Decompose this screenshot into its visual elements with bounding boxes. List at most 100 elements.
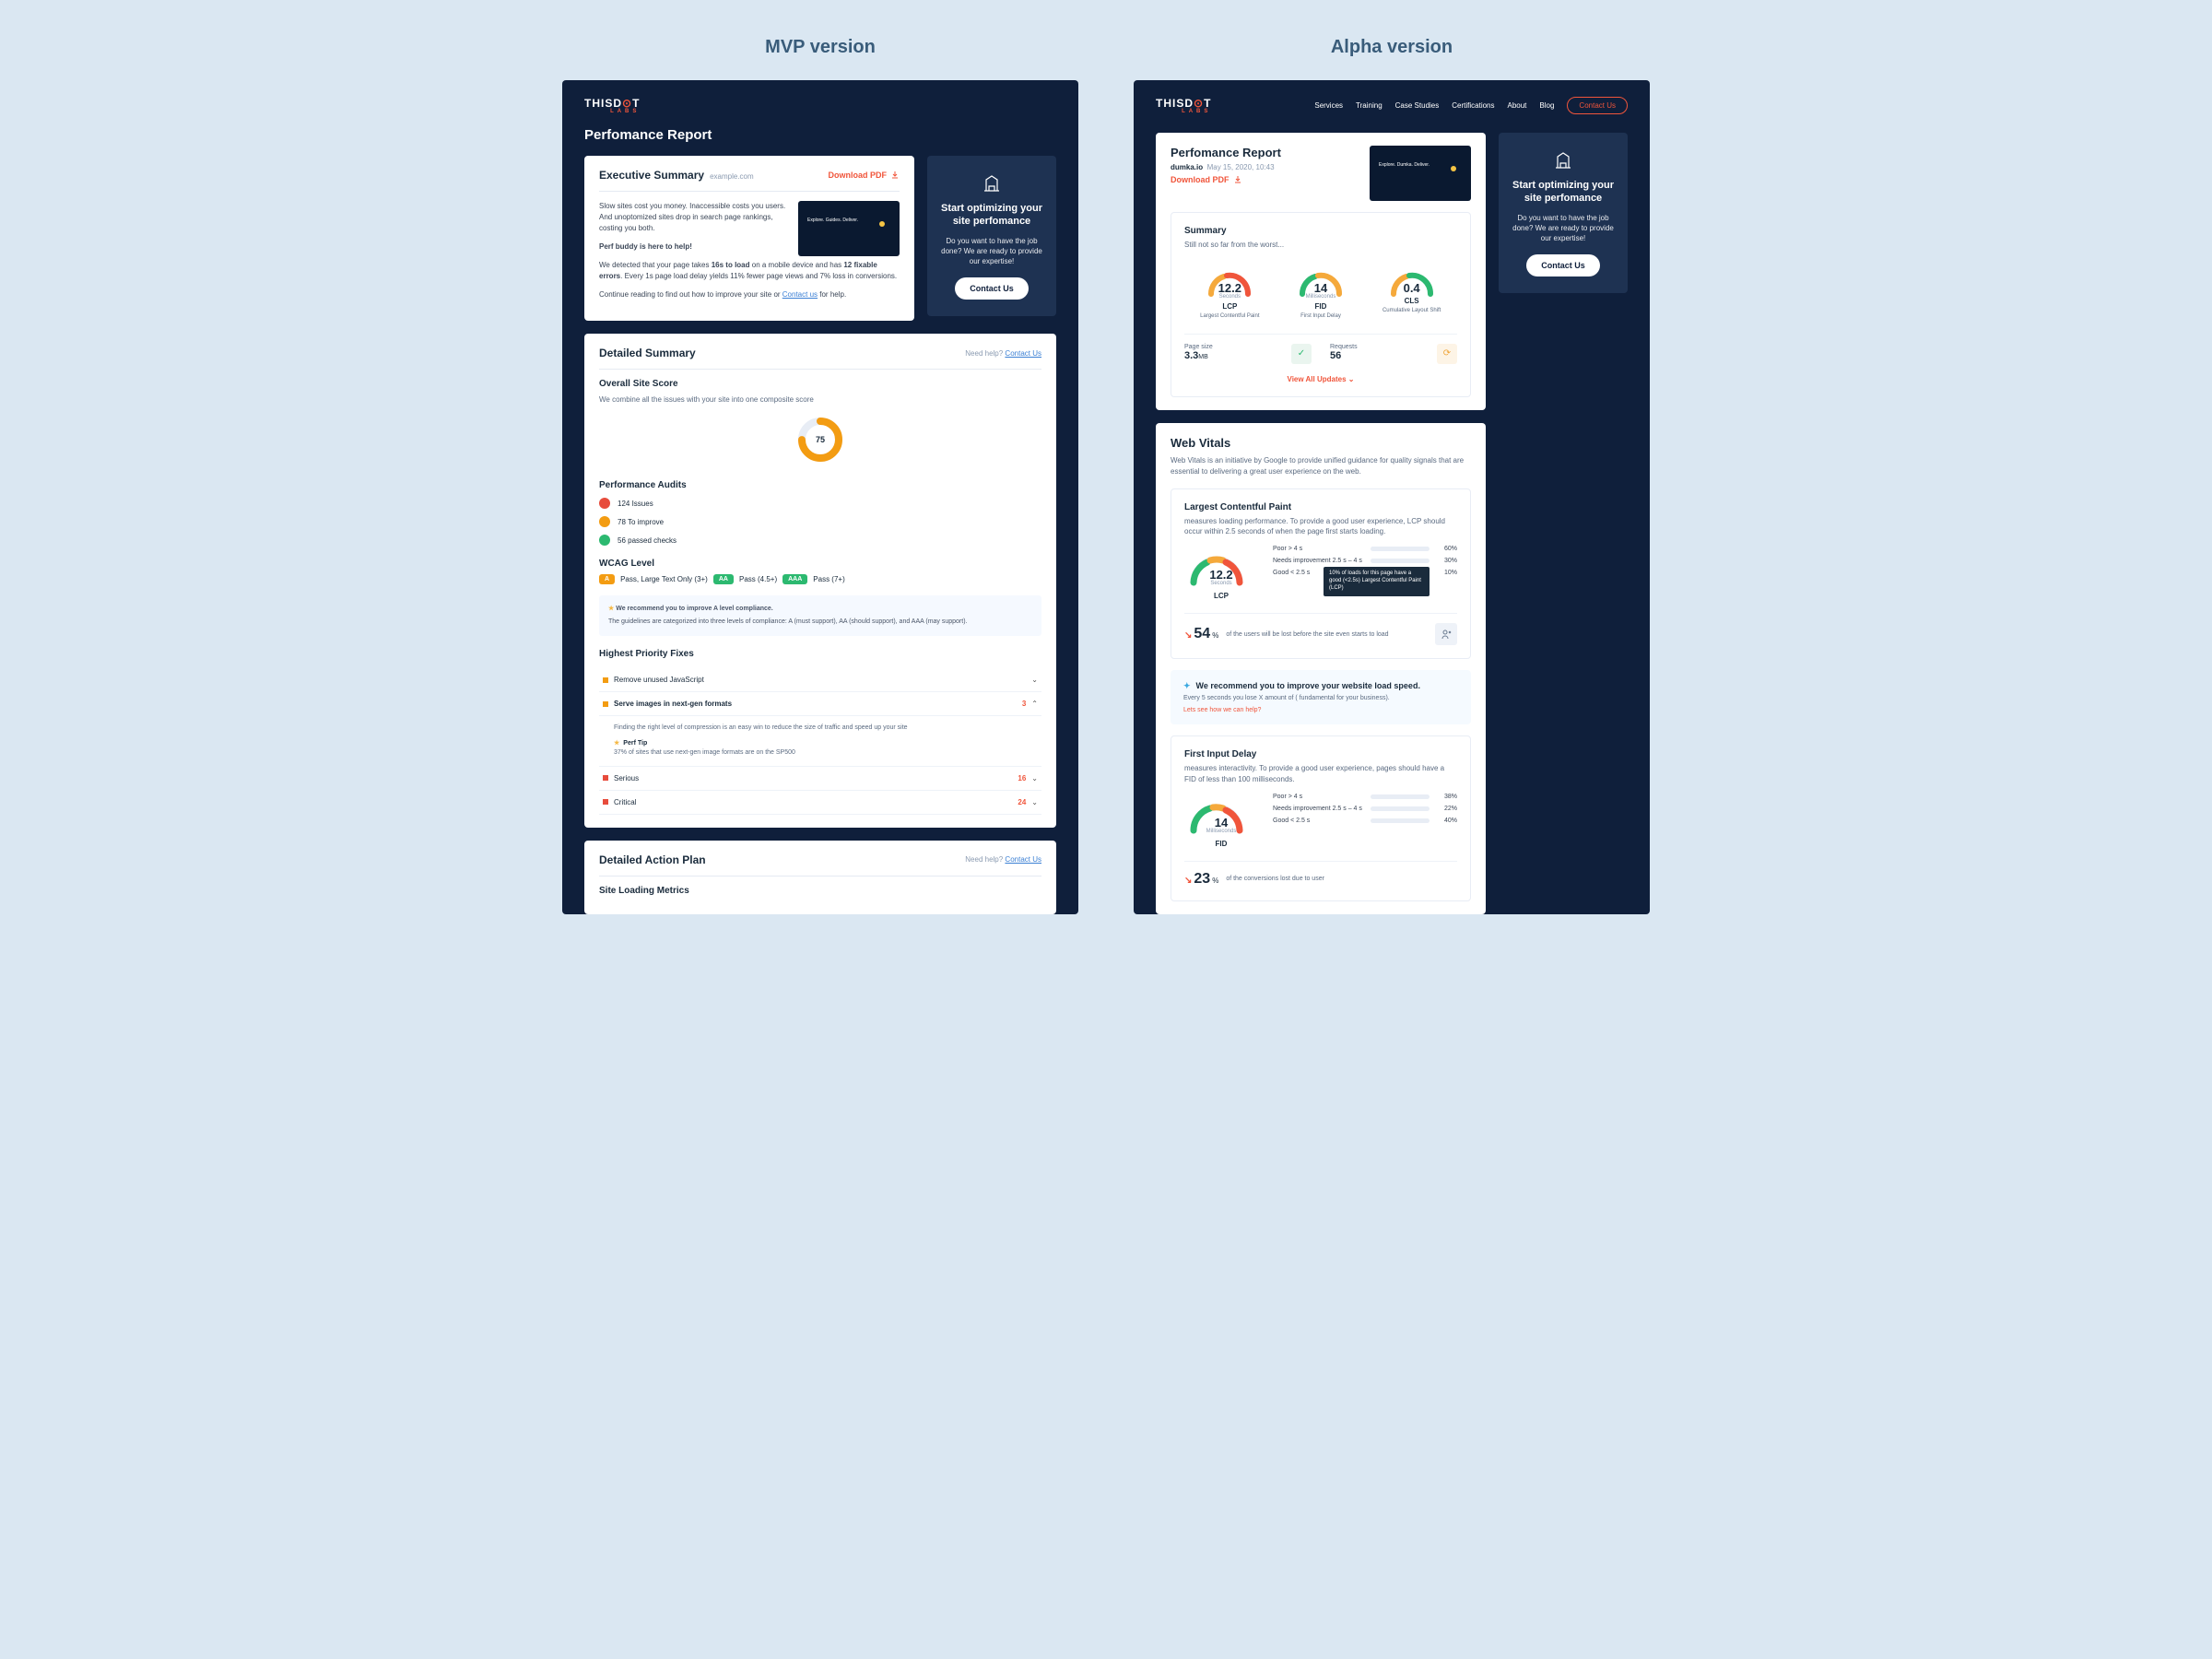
view-all-updates-link[interactable]: View All Updates ⌄	[1184, 375, 1457, 383]
vitals-title: Web Vitals	[1171, 436, 1471, 450]
audit-item: 124 Issues	[599, 498, 1041, 509]
wcag-row: A Pass, Large Text Only (3+) AA Pass (4.…	[599, 574, 1041, 584]
exec-p2: Perf buddy is here to help!	[599, 241, 787, 253]
arrow-down-icon: ↘	[1184, 630, 1192, 641]
contact-us-link[interactable]: Contact Us	[1005, 855, 1041, 864]
cta-panel: Start optimizing your site perfomance Do…	[927, 156, 1056, 316]
site-thumbnail: Explore. Dumka. Deliver.	[1370, 146, 1471, 201]
download-pdf-link[interactable]: Download PDF	[829, 171, 900, 180]
site-thumbnail: Explore. Guides. Deliver.	[798, 201, 900, 256]
cta-contact-button[interactable]: Contact Us	[1526, 254, 1600, 276]
download-icon	[1233, 175, 1242, 184]
summary-subtitle: Still not so far from the worst...	[1184, 240, 1457, 250]
nav-about[interactable]: About	[1508, 101, 1527, 110]
nav-training[interactable]: Training	[1356, 101, 1382, 110]
contact-us-link[interactable]: Contact Us	[1005, 349, 1041, 358]
tooltip: 10% of loads for this page have a good (…	[1324, 567, 1430, 595]
chevron-down-icon: ⌄	[1348, 375, 1355, 383]
chevron-icon: ⌄	[1031, 774, 1038, 782]
summary-card: Summary Still not so far from the worst.…	[1171, 212, 1471, 397]
star-icon: ★	[608, 606, 614, 612]
lcp-desc: measures loading performance. To provide…	[1184, 516, 1457, 536]
score-value: 75	[796, 416, 844, 464]
lcp-loss-pct: ↘54%	[1184, 626, 1218, 642]
nav-contact-button[interactable]: Contact Us	[1567, 97, 1628, 114]
executive-summary-card: Executive Summaryexample.com Download PD…	[584, 156, 914, 321]
priority-square-icon	[603, 799, 608, 805]
requests-status-icon: ⟳	[1437, 344, 1457, 364]
nav-certifications[interactable]: Certifications	[1452, 101, 1494, 110]
report-meta: dumka.io May 15, 2020, 10:43	[1171, 163, 1281, 171]
priority-square-icon	[603, 701, 608, 707]
fix-row[interactable]: Serious16⌄	[599, 767, 1041, 791]
fid-desc: measures interactivity. To provide a goo…	[1184, 763, 1457, 783]
report-title: Perfomance Report	[1171, 146, 1281, 159]
priority-square-icon	[603, 775, 608, 781]
wcag-title: WCAG Level	[599, 559, 1041, 569]
requests-stat: Requests 56	[1330, 344, 1437, 364]
fix-row[interactable]: Serve images in next-gen formats3⌃	[599, 692, 1041, 716]
page-size-stat: Page size 3.3MB	[1184, 344, 1291, 364]
lightbulb-icon: ✦	[1183, 681, 1191, 691]
download-icon	[890, 171, 900, 180]
exec-p4: Continue reading to find out how to impr…	[599, 289, 900, 300]
fixes-title: Highest Priority Fixes	[599, 649, 1041, 659]
building-icon	[981, 172, 1003, 194]
nav-blog[interactable]: Blog	[1539, 101, 1554, 110]
lcp-loss-text: of the users will be lost before the sit…	[1226, 631, 1435, 638]
logo[interactable]: THISD⊙TLABS	[1156, 97, 1211, 114]
status-dot-icon	[599, 498, 610, 509]
help-link: Need help? Contact Us	[965, 349, 1041, 358]
audit-item: 56 passed checks	[599, 535, 1041, 546]
logo[interactable]: THISD⊙TLABS	[584, 97, 640, 114]
fix-row[interactable]: Remove unused JavaScript⌄	[599, 668, 1041, 692]
exec-p1: Slow sites cost you money. Inaccessible …	[599, 201, 787, 234]
fid-gauge: 14 Milliseconds FID	[1184, 794, 1258, 848]
star-icon: ★	[614, 739, 619, 749]
action-plan-sub: Site Loading Metrics	[599, 886, 1041, 896]
wcag-a-badge: A	[599, 574, 615, 584]
download-pdf-link[interactable]: Download PDF	[1171, 175, 1281, 184]
distribution-bar: Good < 2.5 s40%	[1273, 818, 1457, 824]
alpha-column: Alpha version THISD⊙TLABS Services Train…	[1134, 37, 1650, 914]
score-title: Overall Site Score	[599, 379, 1041, 389]
nav-case-studies[interactable]: Case Studies	[1395, 101, 1440, 110]
lcp-section: Largest Contentful Paint measures loadin…	[1171, 488, 1471, 659]
audit-item: 78 To improve	[599, 516, 1041, 527]
summary-gauge: 0.4CLSCumulative Layout Shift	[1380, 263, 1444, 321]
fix-expanded-body: Finding the right level of compression i…	[599, 716, 1041, 767]
contact-us-inline-link[interactable]: Contact us	[782, 290, 818, 299]
fid-section: First Input Delay measures interactivity…	[1171, 735, 1471, 900]
reco-box: ✦We recommend you to improve your websit…	[1171, 670, 1471, 724]
score-donut: 75	[599, 416, 1041, 464]
cta-contact-button[interactable]: Contact Us	[955, 277, 1029, 300]
report-card: Perfomance Report dumka.io May 15, 2020,…	[1156, 133, 1486, 410]
mvp-column: MVP version THISD⊙TLABS Perfomance Repor…	[562, 37, 1078, 914]
cta-body: Do you want to have the job done? We are…	[1510, 213, 1617, 244]
status-dot-icon	[599, 535, 610, 546]
pagesize-status-icon: ✓	[1291, 344, 1312, 364]
detailed-title: Detailed Summary	[599, 347, 696, 359]
chevron-icon: ⌄	[1031, 676, 1038, 684]
summary-title: Summary	[1184, 226, 1457, 236]
header: THISD⊙TLABS	[584, 97, 1056, 114]
user-icon	[1435, 623, 1457, 645]
arrow-down-icon: ↘	[1184, 876, 1192, 886]
nav-services[interactable]: Services	[1314, 101, 1343, 110]
wcag-aaa-badge: AAA	[782, 574, 807, 584]
distribution-bar: Needs improvement 2.5 s – 4 s22%	[1273, 806, 1457, 812]
lcp-title: Largest Contentful Paint	[1184, 502, 1457, 512]
web-vitals-card: Web Vitals Web Vitals is an initiative b…	[1156, 423, 1486, 914]
cta-title: Start optimizing your site perfomance	[938, 202, 1045, 229]
distribution-bar: Poor > 4 s38%	[1273, 794, 1457, 800]
fix-row[interactable]: Critical24⌄	[599, 791, 1041, 815]
reco-link[interactable]: Lets see how we can help?	[1183, 707, 1458, 713]
distribution-bar: Poor > 4 s60%	[1273, 546, 1457, 552]
alpha-heading: Alpha version	[1134, 37, 1650, 58]
exec-p3: We detected that your page takes 16s to …	[599, 260, 900, 282]
wcag-reco-box: ★ We recommend you to improve A level co…	[599, 595, 1041, 636]
fid-loss-pct: ↘23%	[1184, 871, 1218, 888]
exec-title: Executive Summaryexample.com	[599, 169, 754, 182]
page-title: Perfomance Report	[584, 127, 1056, 143]
chevron-icon: ⌃	[1031, 700, 1038, 708]
